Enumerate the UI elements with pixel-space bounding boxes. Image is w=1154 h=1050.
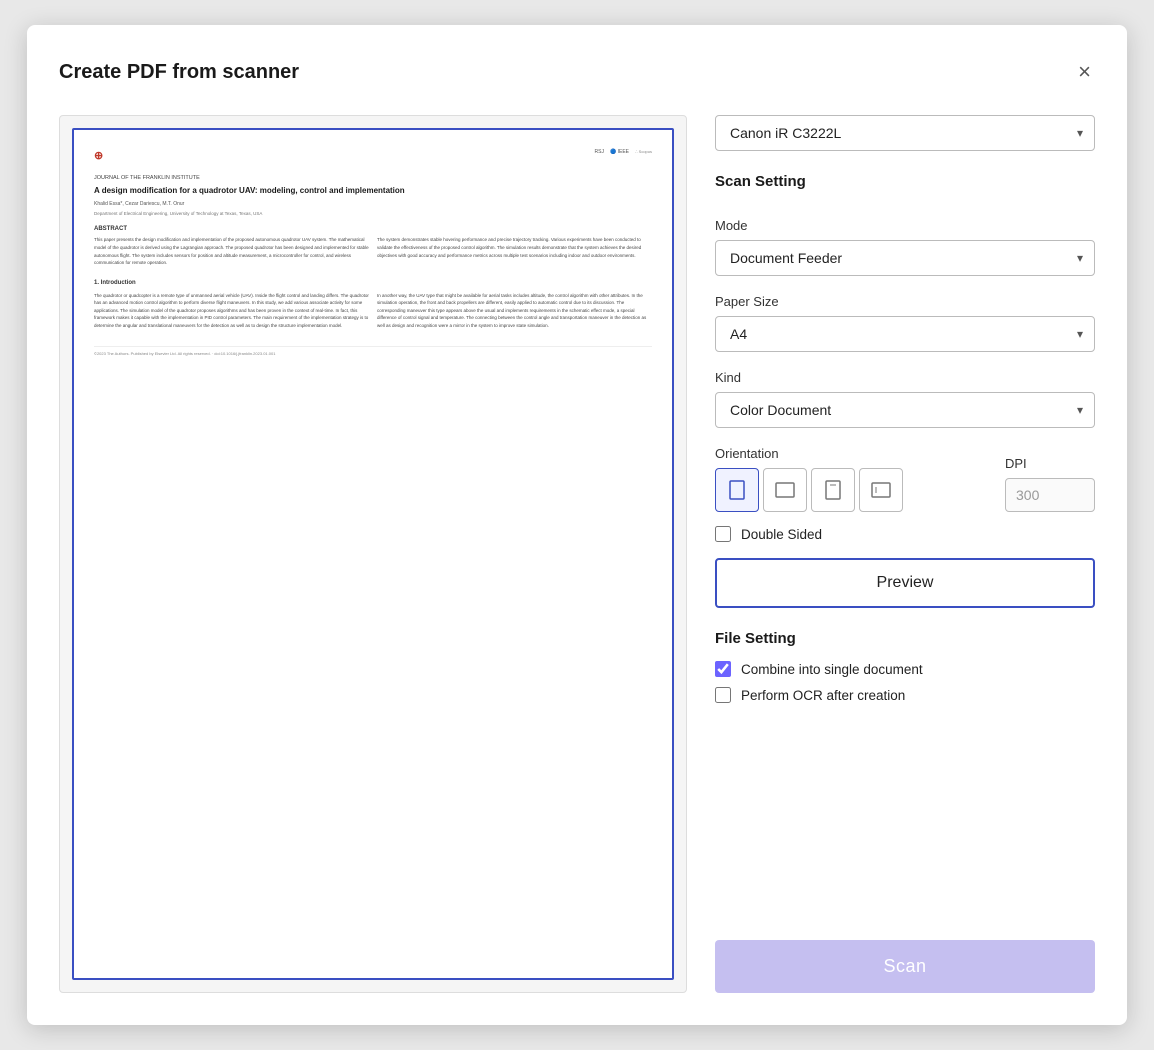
doc-journal: JOURNAL OF THE FRANKLIN INSTITUTE (94, 174, 652, 183)
mode-label: Mode (715, 218, 1095, 233)
combine-checkbox[interactable] (715, 661, 731, 677)
doc-body-left: This paper presents the design modificat… (94, 236, 369, 267)
preview-panel: ⊕ RSJ 🔵 IEEE ∴ Scopus JOURNAL OF THE FRA… (59, 115, 687, 993)
file-setting-title: File Setting (715, 630, 1095, 647)
create-pdf-dialog: Create PDF from scanner × ⊕ RSJ 🔵 IEEE ∴… (27, 25, 1127, 1025)
dpi-block: DPI (1005, 456, 1095, 512)
doc-abstract-label: ABSTRACT (94, 225, 652, 235)
portrait-orientation-button[interactable] (715, 468, 759, 512)
doc-logo: ⊕ (94, 148, 103, 166)
orientation-buttons (715, 468, 989, 512)
scan-button[interactable]: Scan (715, 940, 1095, 993)
doc-affiliation: Department of Electrical Engineering, Un… (94, 210, 652, 217)
dialog-title: Create PDF from scanner (59, 61, 299, 84)
dpi-label: DPI (1005, 456, 1095, 471)
orientation-dpi-row: Orientation (715, 446, 1095, 512)
settings-panel: Canon iR C3222L HP LaserJet Epson WF-382… (715, 115, 1095, 993)
paper-size-select-wrapper: A4 Letter Legal A3 ▾ (715, 316, 1095, 352)
paper-size-select[interactable]: A4 Letter Legal A3 (715, 316, 1095, 352)
dialog-header: Create PDF from scanner × (59, 57, 1095, 87)
doc-main-title: A design modification for a quadrotor UA… (94, 185, 652, 196)
close-button[interactable]: × (1074, 57, 1095, 87)
document-mock-content: ⊕ RSJ 🔵 IEEE ∴ Scopus JOURNAL OF THE FRA… (74, 130, 672, 375)
dialog-body: ⊕ RSJ 🔵 IEEE ∴ Scopus JOURNAL OF THE FRA… (59, 115, 1095, 993)
document-preview: ⊕ RSJ 🔵 IEEE ∴ Scopus JOURNAL OF THE FRA… (72, 128, 674, 980)
kind-select-wrapper: Color Document Grayscale Document Black … (715, 392, 1095, 428)
combine-label[interactable]: Combine into single document (741, 662, 923, 677)
ocr-row: Perform OCR after creation (715, 687, 1095, 703)
preview-button[interactable]: Preview (715, 558, 1095, 608)
mode-select[interactable]: Document Feeder Flatbed (715, 240, 1095, 276)
ocr-label[interactable]: Perform OCR after creation (741, 688, 905, 703)
mode-select-wrapper: Document Feeder Flatbed ▾ (715, 240, 1095, 276)
doc-section-title: 1. Introduction (94, 279, 652, 289)
doc-section-right: In another way, the UAV type that might … (377, 292, 652, 330)
dpi-input[interactable] (1005, 478, 1095, 512)
kind-select[interactable]: Color Document Grayscale Document Black … (715, 392, 1095, 428)
doc-body-right: The system demonstrates stable hovering … (377, 236, 652, 267)
scan-setting-title: Scan Setting (715, 173, 1095, 190)
orientation-label: Orientation (715, 446, 989, 461)
scanner-select-wrapper: Canon iR C3222L HP LaserJet Epson WF-382… (715, 115, 1095, 151)
doc-authors: Khalid Essa*, Cezar Dariescu, M.T. Onur (94, 200, 652, 208)
doc-section-left: The quadrotor or quadcopter is a remote … (94, 292, 369, 330)
double-sided-row: Double Sided (715, 526, 1095, 542)
doc-body-columns: This paper presents the design modificat… (94, 236, 652, 273)
double-sided-label[interactable]: Double Sided (741, 527, 822, 542)
doc-right-logos: RSJ 🔵 IEEE ∴ Scopus (595, 148, 652, 156)
orientation-block: Orientation (715, 446, 989, 512)
paper-size-label: Paper Size (715, 294, 1095, 309)
double-sided-checkbox[interactable] (715, 526, 731, 542)
ocr-checkbox[interactable] (715, 687, 731, 703)
doc-section-columns: The quadrotor or quadcopter is a remote … (94, 292, 652, 336)
kind-label: Kind (715, 370, 1095, 385)
scanner-select[interactable]: Canon iR C3222L HP LaserJet Epson WF-382… (715, 115, 1095, 151)
landscape-orientation-button[interactable] (763, 468, 807, 512)
landscape-rotated-orientation-button[interactable] (859, 468, 903, 512)
portrait-rotated-orientation-button[interactable] (811, 468, 855, 512)
doc-footer: ©2023 The Authors. Published by Elsevier… (94, 346, 652, 357)
combine-row: Combine into single document (715, 661, 1095, 677)
